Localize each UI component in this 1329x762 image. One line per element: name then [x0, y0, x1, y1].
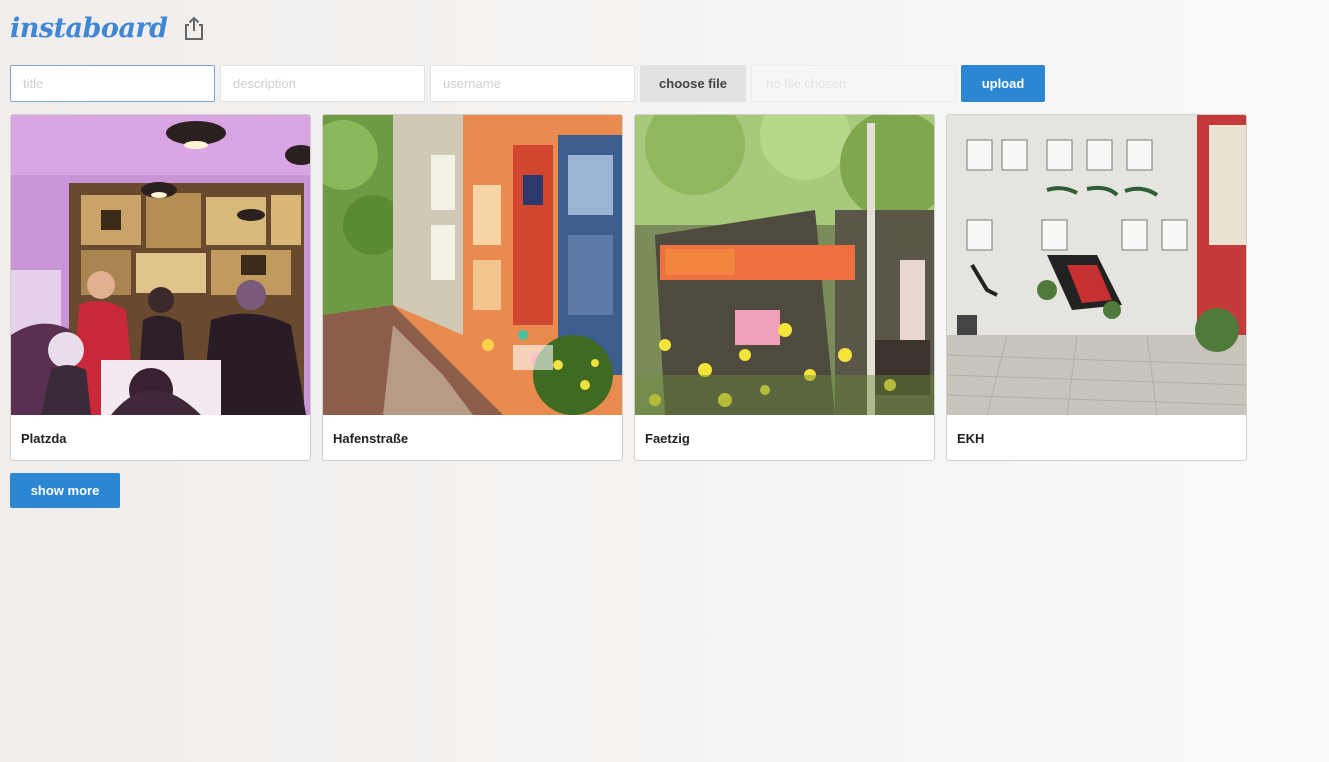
upload-button[interactable]: upload: [961, 65, 1045, 102]
share-icon[interactable]: [182, 15, 206, 41]
card-title: Platzda: [21, 430, 67, 446]
description-input[interactable]: [220, 65, 425, 102]
image-grid: Platzda Hafenstraße Faetzig EKH: [10, 114, 1247, 461]
choose-file-button[interactable]: choose file: [640, 65, 746, 102]
header: instaboard: [10, 8, 206, 48]
upload-form: choose file no file chosen upload: [10, 65, 1045, 103]
image-card[interactable]: Platzda: [10, 114, 311, 461]
title-input[interactable]: [10, 65, 215, 102]
image-card[interactable]: EKH: [946, 114, 1247, 461]
card-title: Hafenstraße: [333, 430, 409, 446]
card-image[interactable]: [635, 115, 935, 415]
card-image[interactable]: [323, 115, 623, 415]
card-image[interactable]: [11, 115, 311, 415]
card-image[interactable]: [947, 115, 1247, 415]
username-input[interactable]: [430, 65, 635, 102]
file-chosen-status: no file chosen: [751, 65, 956, 102]
image-card[interactable]: Hafenstraße: [322, 114, 623, 461]
show-more-button[interactable]: show more: [10, 473, 120, 508]
app-logo[interactable]: instaboard: [10, 13, 168, 44]
card-title: Faetzig: [645, 430, 690, 446]
image-card[interactable]: Faetzig: [634, 114, 935, 461]
card-title: EKH: [957, 430, 985, 446]
